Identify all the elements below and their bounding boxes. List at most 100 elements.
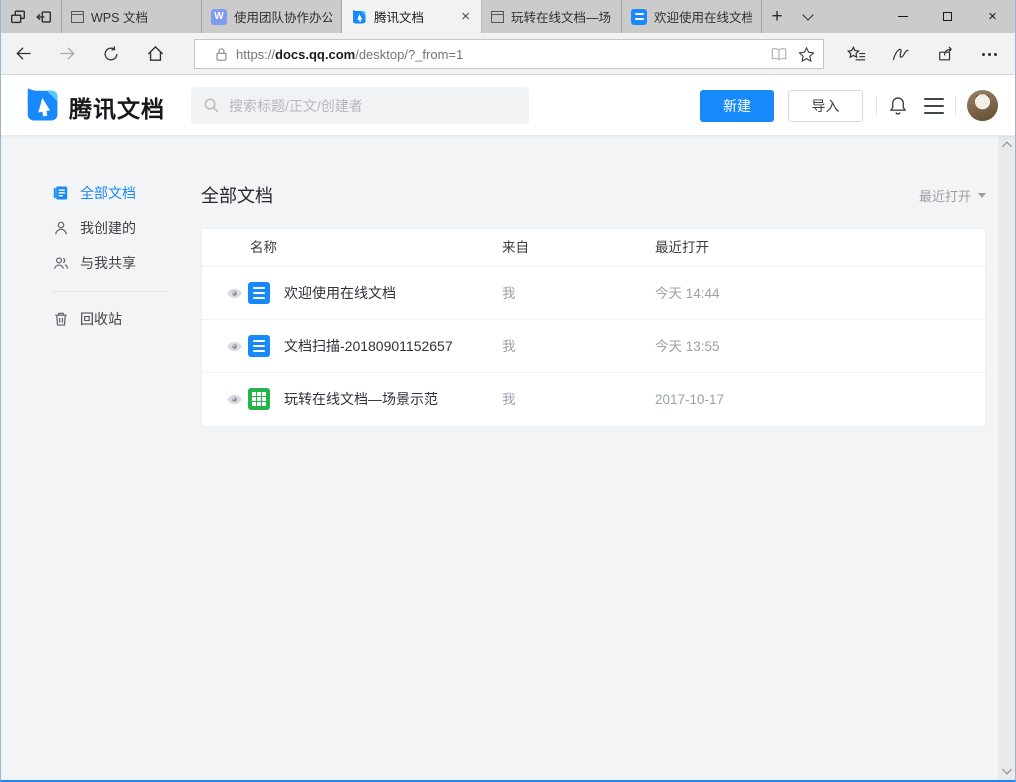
documents-table: 名称 来自 最近打开 欢迎使用在线文档 我 今天 14:44 文档扫描-2018… — [201, 228, 986, 427]
browser-addressbar: https://docs.qq.com/desktop/?_from=1 — [1, 33, 1015, 75]
doc-name[interactable]: 欢迎使用在线文档 — [284, 267, 396, 320]
window-close-button[interactable]: × — [970, 0, 1015, 33]
doc-name[interactable]: 文档扫描-20180901152657 — [284, 320, 453, 373]
page-title: 全部文档 — [201, 182, 273, 208]
new-tab-button[interactable]: + — [762, 0, 792, 33]
eye-icon — [226, 341, 243, 352]
tab-preview-icon[interactable] — [9, 8, 27, 26]
page-scrollbar[interactable] — [998, 136, 1015, 780]
set-tabs-aside-icon[interactable] — [35, 8, 53, 26]
eye-icon — [226, 288, 243, 299]
table-row[interactable]: 欢迎使用在线文档 我 今天 14:44 — [202, 267, 985, 320]
column-header-from: 来自 — [502, 229, 529, 267]
reading-view-icon[interactable] — [770, 46, 788, 62]
page-content: 全部文档 我创建的 与我共享 回收站 全部文档 最近打开 名称 来自 最近打开 … — [1, 136, 1015, 780]
sort-dropdown[interactable]: 最近打开 — [919, 186, 986, 205]
browser-tab-welcome-docs[interactable]: 欢迎使用在线文档 — [622, 0, 762, 33]
sidebar-divider — [53, 291, 168, 292]
table-row[interactable]: 文档扫描-20180901152657 我 今天 13:55 — [202, 320, 985, 373]
browser-toolbar — [835, 33, 1011, 75]
app-header: 腾讯文档 新建 导入 — [1, 75, 1015, 136]
doc-name[interactable]: 玩转在线文档—场景示范 — [284, 373, 438, 426]
sheet-icon — [248, 388, 270, 410]
doc-from: 我 — [502, 267, 516, 320]
tab-title: 欢迎使用在线文档 — [654, 7, 752, 26]
search-input[interactable] — [229, 98, 517, 114]
web-note-pen-icon[interactable] — [879, 45, 923, 63]
browser-tab-play-docs[interactable]: 玩转在线文档—场 — [482, 0, 622, 33]
search-icon — [203, 97, 220, 114]
user-avatar[interactable] — [967, 90, 998, 121]
column-header-name: 名称 — [250, 229, 277, 267]
scroll-up-icon[interactable] — [1002, 142, 1012, 152]
caret-down-icon — [978, 193, 986, 198]
header-divider — [955, 96, 956, 116]
page-favicon-icon — [491, 11, 504, 23]
scroll-down-icon[interactable] — [1002, 765, 1012, 775]
column-header-opened: 最近打开 — [655, 229, 709, 267]
page-favicon-icon — [71, 11, 84, 23]
url-scheme: https:// — [236, 47, 275, 62]
tab-title: WPS 文档 — [91, 7, 192, 26]
browser-tab-teamwork[interactable]: W 使用团队协作办公 — [202, 0, 342, 33]
home-icon[interactable] — [133, 44, 177, 63]
search-box[interactable] — [191, 87, 529, 124]
window-maximize-button[interactable] — [925, 0, 970, 33]
browser-tab-wps[interactable]: WPS 文档 — [62, 0, 202, 33]
browser-tab-tencent-docs-active[interactable]: 腾讯文档 × — [342, 0, 482, 33]
sidebar-item-label: 与我共享 — [80, 253, 136, 273]
favorites-star-icon[interactable] — [798, 46, 815, 63]
tab-title: 玩转在线文档—场 — [511, 7, 612, 26]
tencent-docs-logo[interactable] — [23, 86, 61, 124]
more-options-icon[interactable] — [967, 53, 1011, 56]
tencent-docs-favicon-icon — [351, 9, 367, 25]
doc-from: 我 — [502, 320, 516, 373]
doc-opened: 今天 13:55 — [655, 320, 720, 373]
sidebar-item-shared-with-me[interactable]: 与我共享 — [53, 250, 136, 276]
people-icon — [53, 255, 69, 271]
hamburger-menu-icon[interactable] — [924, 98, 944, 114]
share-icon[interactable] — [923, 45, 967, 63]
tab-title: 使用团队协作办公 — [234, 7, 332, 26]
tab-actions-group — [1, 0, 62, 33]
doc-from: 我 — [502, 373, 516, 426]
lock-icon — [215, 47, 228, 62]
window-minimize-button[interactable] — [880, 0, 925, 33]
doc-opened: 2017-10-17 — [655, 373, 724, 426]
back-icon[interactable] — [1, 44, 45, 63]
url-field[interactable]: https://docs.qq.com/desktop/?_from=1 — [194, 39, 824, 69]
wps-w-favicon-icon: W — [211, 9, 227, 25]
url-host: docs.qq.com — [275, 47, 355, 62]
trash-icon — [53, 311, 69, 327]
sidebar-item-all-docs[interactable]: 全部文档 — [53, 180, 136, 206]
forward-icon[interactable] — [45, 44, 89, 63]
doc-favicon-icon — [631, 9, 647, 25]
person-icon — [53, 220, 69, 236]
tab-close-icon[interactable]: × — [459, 9, 472, 24]
brand-title: 腾讯文档 — [69, 90, 165, 124]
sidebar-item-created-by-me[interactable]: 我创建的 — [53, 215, 136, 241]
tab-title: 腾讯文档 — [374, 7, 452, 26]
table-row[interactable]: 玩转在线文档—场景示范 我 2017-10-17 — [202, 373, 985, 426]
table-header-row: 名称 来自 最近打开 — [202, 229, 985, 267]
refresh-icon[interactable] — [89, 45, 133, 63]
doc-opened: 今天 14:44 — [655, 267, 720, 320]
new-doc-button[interactable]: 新建 — [700, 90, 774, 122]
window-controls: × — [880, 0, 1015, 33]
main-header-row: 全部文档 最近打开 — [201, 180, 986, 210]
header-divider — [876, 96, 877, 116]
sidebar-item-label: 全部文档 — [80, 183, 136, 203]
sidebar-item-label: 我创建的 — [80, 218, 136, 238]
url-path: /desktop/?_from=1 — [355, 47, 463, 62]
import-button[interactable]: 导入 — [788, 90, 863, 122]
browser-tabbar: WPS 文档 W 使用团队协作办公 腾讯文档 × 玩转在线文档—场 欢迎使用在线… — [1, 0, 1015, 33]
notification-bell-icon[interactable] — [887, 95, 909, 117]
url-text: https://docs.qq.com/desktop/?_from=1 — [236, 47, 760, 62]
doc-icon — [248, 282, 270, 304]
tab-list-chevron-icon[interactable] — [792, 0, 824, 33]
eye-icon — [226, 394, 243, 405]
hub-favorites-list-icon[interactable] — [835, 45, 879, 63]
all-docs-icon — [53, 185, 69, 201]
sort-label: 最近打开 — [919, 186, 971, 205]
sidebar-item-recycle-bin[interactable]: 回收站 — [53, 306, 122, 332]
